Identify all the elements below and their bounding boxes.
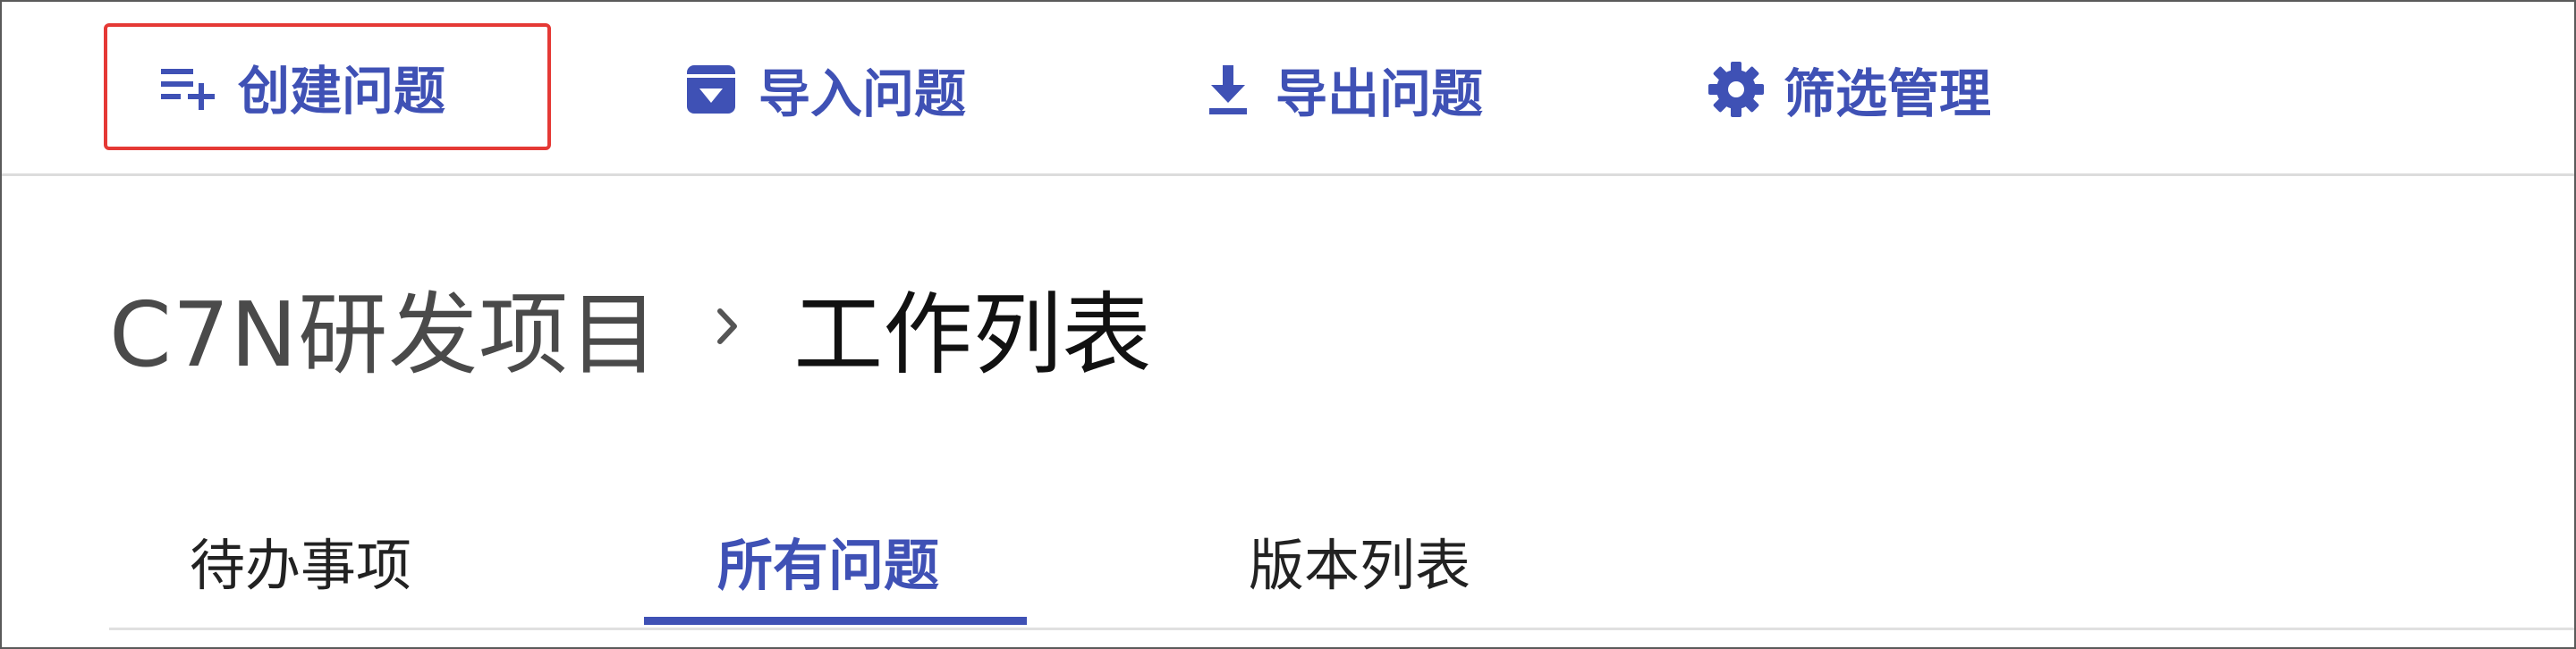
breadcrumb: C7N研发项目 工作列表 bbox=[109, 268, 1151, 387]
app-frame: 创建问题 导入问题 导出问题 筛选管理 C7N研发项目 工作列表 待办事项 所有… bbox=[0, 0, 2576, 649]
tab-all-issues[interactable]: 所有问题 bbox=[717, 520, 939, 601]
create-issue-label: 创建问题 bbox=[238, 61, 446, 122]
breadcrumb-project[interactable]: C7N研发项目 bbox=[109, 262, 659, 392]
download-icon bbox=[1197, 58, 1259, 121]
playlist-add-icon bbox=[159, 55, 222, 118]
create-issue-button[interactable]: 创建问题 bbox=[104, 23, 551, 150]
export-issue-button[interactable]: 导出问题 bbox=[1197, 39, 1483, 139]
chevron-right-icon bbox=[715, 304, 741, 349]
toolbar: 创建问题 导入问题 导出问题 筛选管理 bbox=[2, 2, 2574, 176]
page-title: 工作列表 bbox=[793, 282, 1152, 387]
import-issue-label: 导入问题 bbox=[758, 63, 967, 124]
gear-icon bbox=[1705, 58, 1767, 121]
filter-management-button[interactable]: 筛选管理 bbox=[1705, 39, 1991, 139]
tab-version-list[interactable]: 版本列表 bbox=[1249, 520, 1470, 601]
archive-icon bbox=[680, 58, 742, 121]
tab-bar: 待办事项 所有问题 版本列表 bbox=[109, 502, 2574, 630]
active-tab-indicator bbox=[644, 617, 1027, 625]
filter-management-label: 筛选管理 bbox=[1784, 63, 1992, 124]
import-issue-button[interactable]: 导入问题 bbox=[680, 39, 966, 139]
export-issue-label: 导出问题 bbox=[1275, 63, 1484, 124]
tab-backlog[interactable]: 待办事项 bbox=[190, 520, 411, 601]
